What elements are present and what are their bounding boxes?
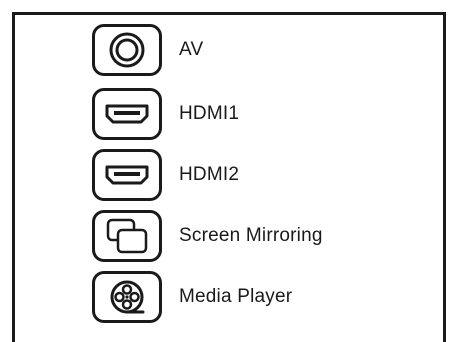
source-item-media-player[interactable]: Media Player (92, 271, 422, 323)
source-item-label: HDMI2 (179, 164, 240, 185)
source-item-screen-mirroring[interactable]: Screen Mirroring (92, 210, 422, 262)
source-icon-frame (92, 24, 162, 76)
source-item-label: Screen Mirroring (179, 225, 323, 246)
av-composite-icon (109, 32, 145, 68)
source-item-label: Media Player (179, 286, 293, 307)
source-item-hdmi2[interactable]: HDMI2 (92, 149, 422, 201)
source-icon-frame (92, 149, 162, 201)
source-item-av[interactable]: AV (92, 24, 422, 76)
hdmi-port-icon (105, 104, 149, 124)
source-item-label: HDMI1 (179, 103, 240, 124)
source-item-label: AV (179, 39, 204, 60)
film-reel-icon (110, 280, 145, 314)
source-icon-frame (92, 88, 162, 140)
source-icon-frame (92, 271, 162, 323)
hdmi-port-icon (105, 165, 149, 185)
source-item-hdmi1[interactable]: HDMI1 (92, 88, 422, 140)
source-icon-frame (92, 210, 162, 262)
screen-mirroring-icon (106, 218, 148, 254)
